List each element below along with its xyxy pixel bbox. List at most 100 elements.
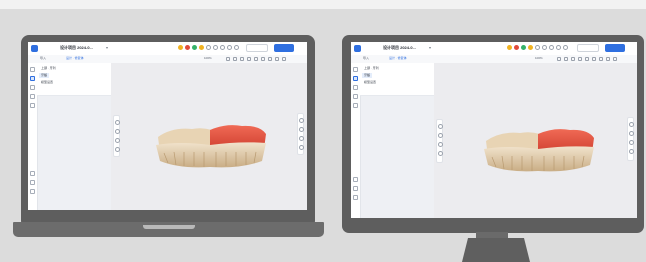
document-title-2[interactable]: 设计项目 2024-0... [383,45,416,51]
undo-icon-2[interactable] [535,45,540,50]
primary-button[interactable] [274,44,294,52]
scan-icon[interactable] [30,103,35,108]
layers-icon-2[interactable] [353,67,358,72]
layers-icon[interactable] [30,67,35,72]
side-view-icon[interactable] [299,127,304,132]
panel-item-gum-2[interactable]: 牙龈 [362,73,373,78]
viewport-canvas[interactable] [111,63,307,210]
view-icon[interactable] [227,45,232,50]
laptop-notch [143,225,195,229]
front-view-icon[interactable] [299,118,304,123]
panel-item-settings[interactable]: 模型设置 [41,80,53,85]
yellow-status-icon-m[interactable] [507,45,512,50]
panel-item-settings-2[interactable]: 模型设置 [364,80,376,85]
tool-icon-2[interactable] [233,57,237,61]
tab-import[interactable]: 导入 [40,56,46,61]
view-tools [226,57,286,61]
tool-icon-7[interactable] [268,57,272,61]
green-status-icon-m[interactable] [521,45,526,50]
front-view-icon-2[interactable] [629,122,634,127]
tab-design[interactable]: 设计 · 修复体 [66,56,84,61]
toolbar-status-icons [178,45,239,50]
tool-icon-m9[interactable] [613,57,617,61]
jaw-model[interactable] [150,119,270,173]
info-icon-2[interactable] [353,195,358,200]
help-icon[interactable] [234,45,239,50]
tool-icon-9[interactable] [282,57,286,61]
tool-icon-6[interactable] [261,57,265,61]
tool-icon-1[interactable] [226,57,230,61]
bottom-view-icon[interactable] [299,145,304,150]
view-tools-2 [557,57,617,61]
tooth-icon-2[interactable] [353,76,358,81]
right-view-toolbar-2 [627,117,634,161]
tool-icon-4[interactable] [247,57,251,61]
tool-icon-m5[interactable] [585,57,589,61]
export-icon-2[interactable] [353,177,358,182]
view-icon-2[interactable] [556,45,561,50]
zoom-level-2[interactable]: 100% [535,56,543,61]
reset-view-icon-2[interactable] [438,151,443,156]
tab-import-2[interactable]: 导入 [363,56,369,61]
redo-icon[interactable] [213,45,218,50]
brush-icon[interactable] [30,85,35,90]
redo-icon-2[interactable] [542,45,547,50]
tool-icon-m6[interactable] [592,57,596,61]
bottom-view-icon-2[interactable] [629,149,634,154]
tool-icon-m1[interactable] [557,57,561,61]
brush-icon-2[interactable] [353,85,358,90]
settings-icon[interactable] [220,45,225,50]
tool-icon-m4[interactable] [578,57,582,61]
measure-icon-2[interactable] [353,94,358,99]
export-icon[interactable] [30,171,35,176]
history-icon[interactable] [30,180,35,185]
top-view-icon[interactable] [299,136,304,141]
tool-icon-5[interactable] [254,57,258,61]
top-view-icon-2[interactable] [629,140,634,145]
chevron-down-icon[interactable]: ▾ [106,45,108,51]
measure-icon[interactable] [30,94,35,99]
jaw-model-2[interactable] [478,123,598,177]
rotate-icon-2[interactable] [438,124,443,129]
tool-icon-3[interactable] [240,57,244,61]
panel-item-upper[interactable]: 上颌 · 牙列 [41,66,56,71]
undo-icon[interactable] [206,45,211,50]
panel-item-gum[interactable]: 牙龈 [39,73,50,78]
pan-icon[interactable] [115,129,120,134]
zoom-icon[interactable] [115,138,120,143]
tool-icon-m7[interactable] [599,57,603,61]
yellow-status-icon-m2[interactable] [528,45,533,50]
zoom-level[interactable]: 100% [204,56,212,61]
viewport-canvas-2[interactable] [434,63,637,218]
panel-item-upper-2[interactable]: 上颌 · 牙列 [364,66,379,71]
settings-icon-2[interactable] [549,45,554,50]
right-view-toolbar [297,113,304,155]
red-status-icon-m[interactable] [514,45,519,50]
pan-icon-2[interactable] [438,133,443,138]
green-status-icon[interactable] [192,45,197,50]
teeth-row-2 [484,146,594,172]
primary-button-2[interactable] [605,44,625,52]
tooth-icon[interactable] [30,76,35,81]
tool-icon-8[interactable] [275,57,279,61]
chevron-down-icon-2[interactable]: ▾ [429,45,431,51]
reset-view-icon[interactable] [115,147,120,152]
secondary-button-2[interactable] [577,44,599,52]
history-icon-2[interactable] [353,186,358,191]
tool-icon-m3[interactable] [571,57,575,61]
rotate-icon[interactable] [115,120,120,125]
yellow-status-icon-2[interactable] [199,45,204,50]
tab-design-2[interactable]: 设计 · 修复体 [389,56,407,61]
app-header: 设计项目 2024-0... ▾ [28,42,307,56]
secondary-button[interactable] [246,44,268,52]
scan-icon-2[interactable] [353,103,358,108]
info-icon[interactable] [30,189,35,194]
help-icon-2[interactable] [563,45,568,50]
tool-icon-m8[interactable] [606,57,610,61]
zoom-icon-2[interactable] [438,142,443,147]
tool-icon-m2[interactable] [564,57,568,61]
document-title[interactable]: 设计项目 2024-0... [60,45,93,51]
yellow-status-icon[interactable] [178,45,183,50]
side-view-icon-2[interactable] [629,131,634,136]
red-status-icon[interactable] [185,45,190,50]
